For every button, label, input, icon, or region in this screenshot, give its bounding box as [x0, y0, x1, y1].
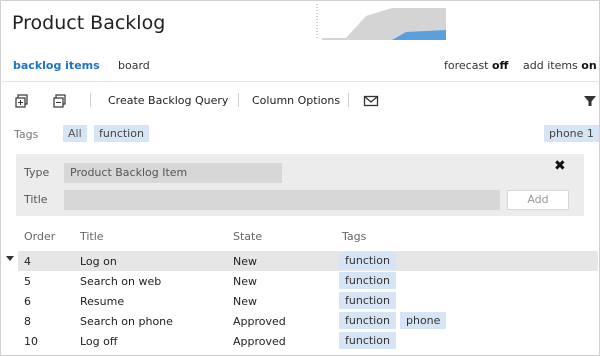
- row-order: 5: [24, 275, 31, 288]
- row-state: New: [233, 275, 257, 288]
- type-label: Type: [24, 166, 50, 179]
- header-divider: [0, 81, 600, 82]
- collapse-all-icon[interactable]: [52, 93, 68, 109]
- column-header-state[interactable]: State: [233, 230, 262, 243]
- column-header-order[interactable]: Order: [24, 230, 55, 243]
- row-title[interactable]: Search on phone: [80, 315, 173, 328]
- type-select[interactable]: Product Backlog Item: [64, 163, 282, 183]
- mail-icon[interactable]: [363, 93, 379, 109]
- row-tag[interactable]: function: [339, 272, 396, 289]
- add-items-label: add items: [523, 59, 578, 72]
- row-order: 8: [24, 315, 31, 328]
- row-state: New: [233, 255, 257, 268]
- row-order: 6: [24, 295, 31, 308]
- table-row[interactable]: 6 Resume New function: [18, 291, 598, 311]
- table-row[interactable]: 8 Search on phone Approved function phon…: [18, 311, 598, 331]
- row-order: 10: [24, 335, 38, 348]
- tab-board[interactable]: board: [118, 59, 150, 72]
- tag-filter-function[interactable]: function: [94, 125, 149, 142]
- mini-cumulative-flow-chart[interactable]: [316, 4, 448, 40]
- add-button[interactable]: Add: [507, 190, 569, 210]
- row-tag[interactable]: phone: [400, 312, 447, 329]
- row-title[interactable]: Resume: [80, 295, 124, 308]
- column-header-title[interactable]: Title: [80, 230, 104, 243]
- row-order: 4: [24, 255, 31, 268]
- tag-filter-phone[interactable]: phone 1: [544, 125, 599, 142]
- row-title[interactable]: Log off: [80, 335, 117, 348]
- row-tag[interactable]: function: [339, 312, 396, 329]
- add-items-value: on: [581, 59, 597, 72]
- row-indicator-icon: [6, 256, 14, 261]
- forecast-toggle[interactable]: forecast off: [444, 59, 508, 72]
- tag-filter-all[interactable]: All: [63, 125, 87, 142]
- create-backlog-query-button[interactable]: Create Backlog Query: [108, 94, 228, 107]
- title-input[interactable]: [64, 190, 500, 210]
- tags-label: Tags: [14, 128, 39, 141]
- toolbar-separator: [238, 93, 239, 107]
- forecast-value: off: [491, 59, 509, 72]
- forecast-label: forecast: [444, 59, 489, 72]
- row-tag[interactable]: function: [339, 252, 396, 269]
- row-state: Approved: [233, 315, 286, 328]
- add-items-toggle[interactable]: add items on: [523, 59, 597, 72]
- column-options-button[interactable]: Column Options: [252, 94, 340, 107]
- title-label: Title: [24, 193, 48, 206]
- row-state: Approved: [233, 335, 286, 348]
- row-state: New: [233, 295, 257, 308]
- toolbar-separator: [90, 93, 91, 107]
- table-row[interactable]: 5 Search on web New function: [18, 271, 598, 291]
- expand-all-icon[interactable]: [14, 93, 30, 109]
- table-row[interactable]: 4 Log on New function: [18, 251, 598, 271]
- tab-backlog-items[interactable]: backlog items: [13, 59, 100, 72]
- table-row[interactable]: 10 Log off Approved function: [18, 331, 598, 351]
- row-title[interactable]: Log on: [80, 255, 117, 268]
- page-title: Product Backlog: [12, 12, 166, 34]
- row-tag[interactable]: function: [339, 332, 396, 349]
- row-title[interactable]: Search on web: [80, 275, 161, 288]
- toolbar-separator: [348, 93, 349, 107]
- close-icon[interactable]: ✖: [554, 158, 566, 174]
- filter-icon[interactable]: [582, 93, 598, 109]
- column-header-tags[interactable]: Tags: [342, 230, 366, 243]
- row-tag[interactable]: function: [339, 292, 396, 309]
